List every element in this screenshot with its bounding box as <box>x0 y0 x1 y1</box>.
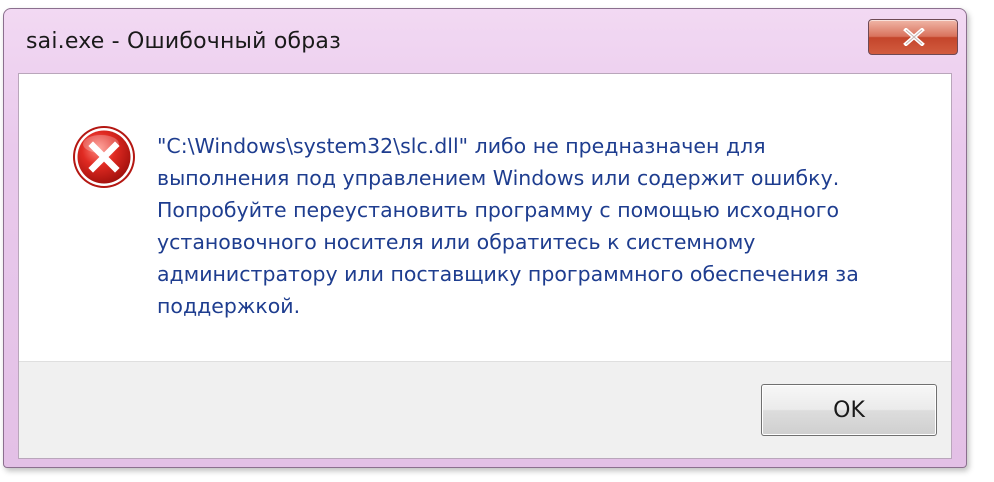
button-bar: OK <box>19 361 951 458</box>
dialog-client-area: "C:\Windows\system32\slc.dll" либо не пр… <box>18 73 952 459</box>
message-area: "C:\Windows\system32\slc.dll" либо не пр… <box>19 74 951 364</box>
error-icon <box>73 126 135 188</box>
title-bar[interactable]: sai.exe - Ошибочный образ <box>4 9 966 73</box>
close-icon <box>903 28 925 46</box>
ok-button[interactable]: OK <box>761 384 937 436</box>
error-dialog-window: sai.exe - Ошибочный образ "C:\Windows\sy… <box>3 8 967 468</box>
window-title: sai.exe - Ошибочный образ <box>26 29 341 54</box>
error-message: "C:\Windows\system32\slc.dll" либо не пр… <box>157 134 859 318</box>
close-button[interactable] <box>868 19 958 55</box>
